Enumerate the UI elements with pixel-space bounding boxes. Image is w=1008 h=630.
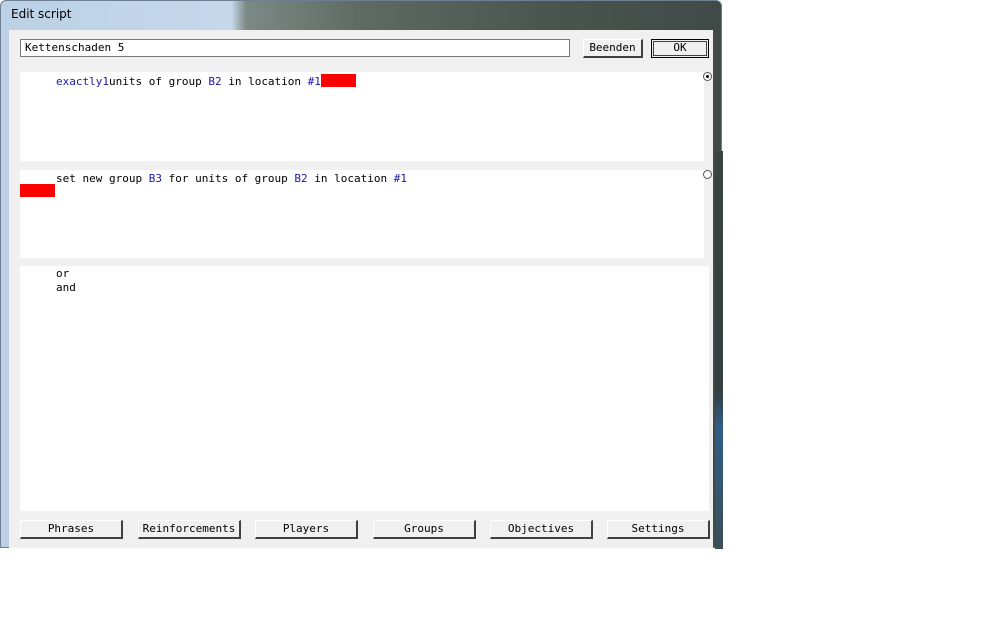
action-text-1: set new group xyxy=(56,172,149,185)
players-button[interactable]: Players xyxy=(255,520,358,539)
phrase-option-and[interactable]: and xyxy=(56,281,76,294)
condition-radio-button[interactable] xyxy=(703,72,712,81)
action-location-link[interactable]: #1 xyxy=(394,172,407,185)
script-name-input[interactable]: Kettenschaden 5 xyxy=(20,39,570,57)
window-client-area: Kettenschaden 5 Beenden OK exactly1units… xyxy=(9,30,713,548)
condition-group-link[interactable]: B2 xyxy=(208,75,221,88)
reinforcements-button[interactable]: Reinforcements xyxy=(138,520,241,539)
action-new-group-link[interactable]: B3 xyxy=(149,172,162,185)
action-missing-param-marker[interactable] xyxy=(20,184,55,197)
window-right-border xyxy=(715,151,723,549)
beenden-button[interactable]: Beenden xyxy=(583,39,643,58)
phrase-option-or[interactable]: or xyxy=(56,267,69,280)
edit-script-window: Edit script Kettenschaden 5 Beenden OK e… xyxy=(0,0,723,549)
objectives-button[interactable]: Objectives xyxy=(490,520,593,539)
window-title: Edit script xyxy=(11,7,72,21)
action-panel[interactable]: set new group B3 for units of group B2 i… xyxy=(20,170,704,258)
action-text-3: in location xyxy=(307,172,394,185)
condition-missing-param-marker[interactable] xyxy=(320,74,356,87)
condition-panel[interactable]: exactly1units of group B2 in location #1 xyxy=(20,72,704,161)
condition-text-2: in location xyxy=(221,75,308,88)
condition-exactly-link[interactable]: exactly xyxy=(56,75,102,88)
condition-location-link[interactable]: #1 xyxy=(308,75,321,88)
ok-button[interactable]: OK xyxy=(651,39,709,58)
condition-text-1: units of group xyxy=(108,75,209,88)
action-group-link[interactable]: B2 xyxy=(294,172,307,185)
action-text-2: for units of group xyxy=(161,172,295,185)
groups-button[interactable]: Groups xyxy=(373,520,476,539)
phrases-button[interactable]: Phrases xyxy=(20,520,123,539)
settings-button[interactable]: Settings xyxy=(607,520,710,539)
condition-line: exactly1units of group B2 in location #1 xyxy=(56,74,356,88)
condition-count-link[interactable]: 1 xyxy=(102,75,109,88)
title-bar[interactable]: Edit script xyxy=(1,1,721,29)
phrase-list-panel: or and xyxy=(20,266,709,511)
action-line: set new group B3 for units of group B2 i… xyxy=(56,172,407,185)
action-radio-button[interactable] xyxy=(703,170,712,179)
